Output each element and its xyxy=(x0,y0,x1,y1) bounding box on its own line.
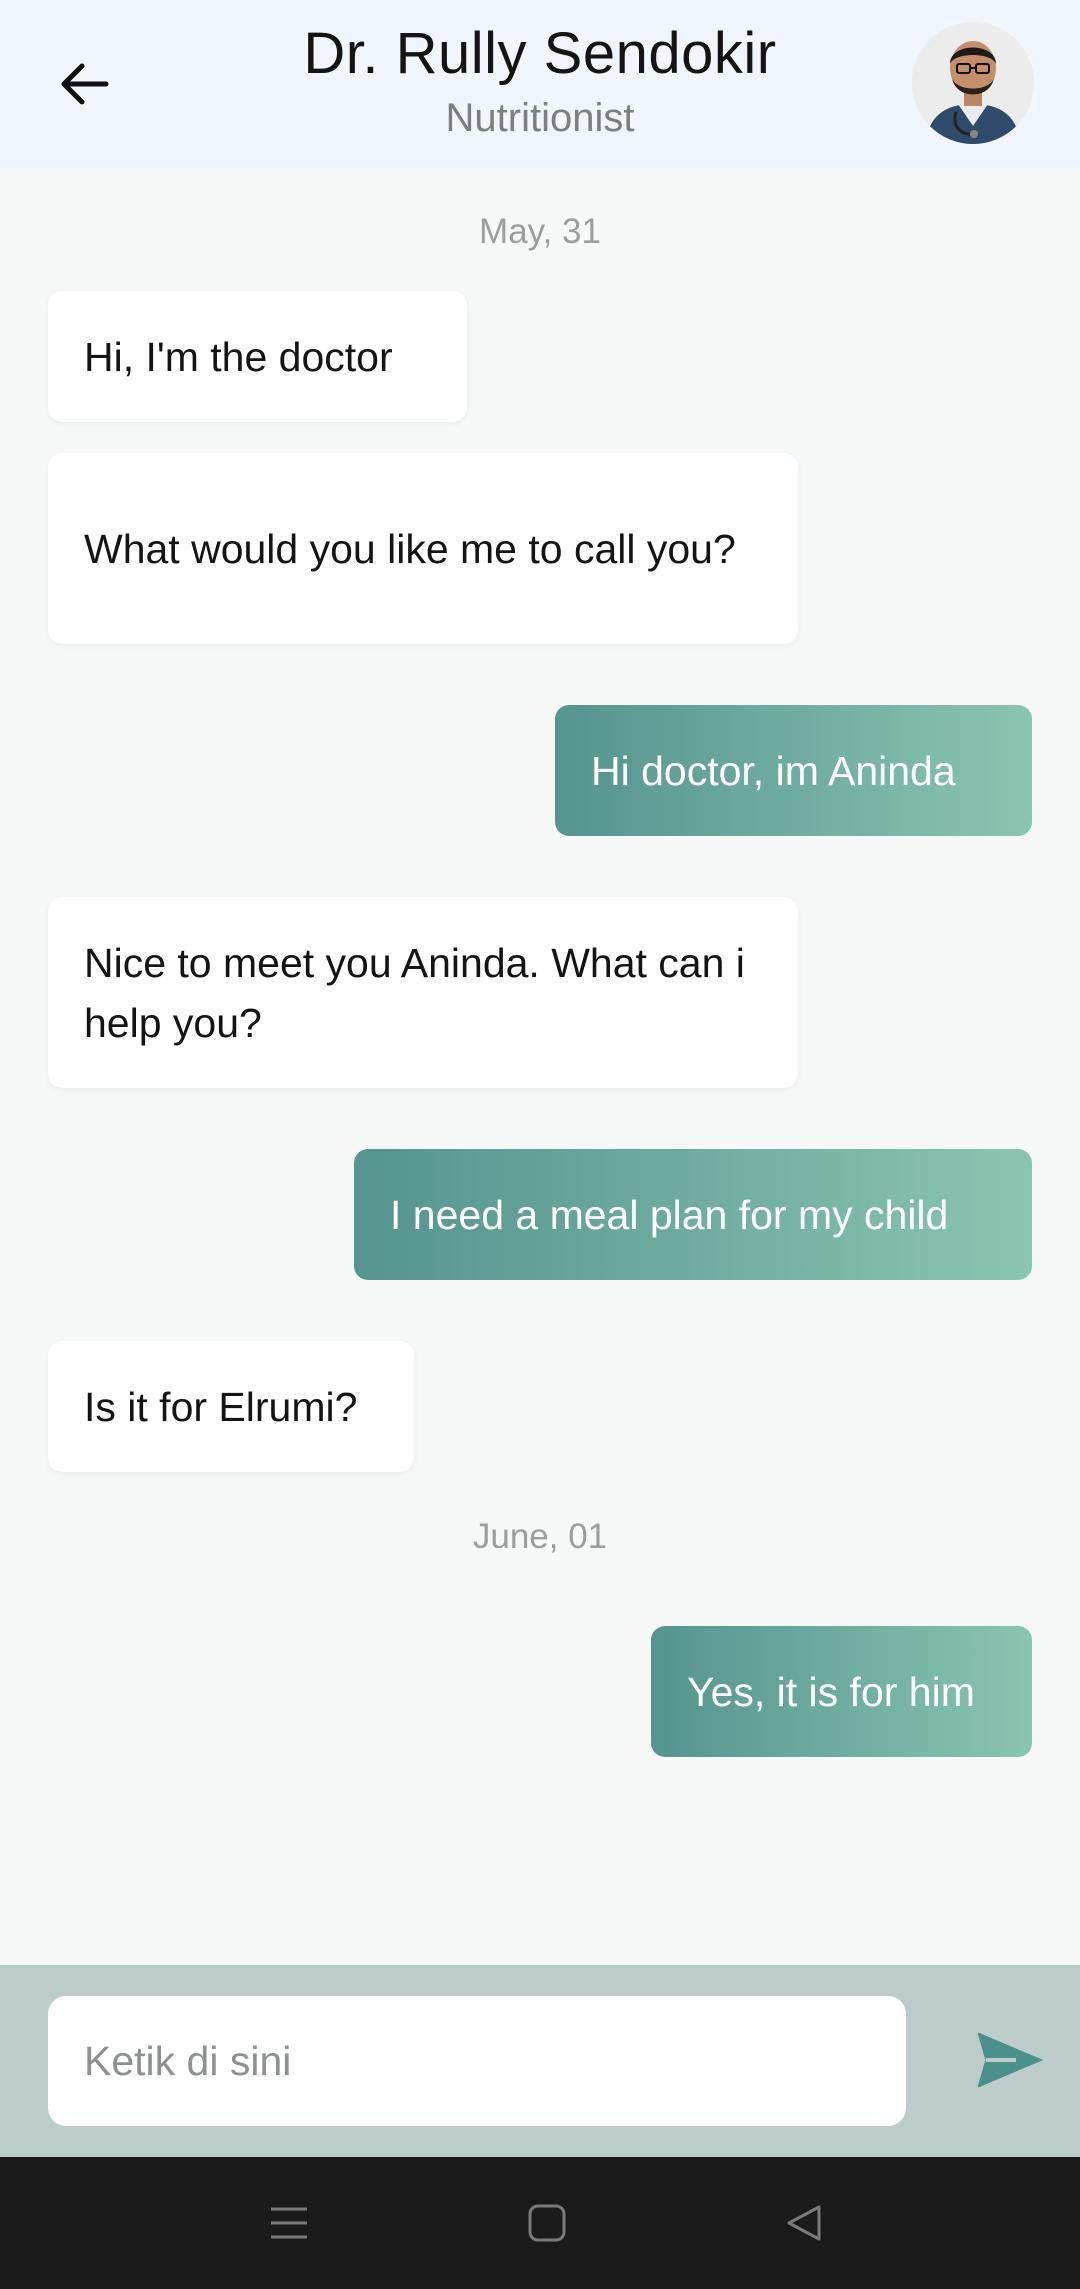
outgoing-message: I need a meal plan for my child xyxy=(354,1149,1032,1280)
doctor-avatar-image xyxy=(912,22,1034,144)
message-text: Hi, I'm the doctor xyxy=(84,333,393,380)
menu-icon xyxy=(271,2207,307,2239)
message-text: I need a meal plan for my child xyxy=(390,1191,949,1238)
message-input[interactable] xyxy=(48,1996,906,2126)
recent-apps-button[interactable] xyxy=(249,2183,329,2263)
message-text: Nice to meet you Aninda. What can i help… xyxy=(84,939,745,1046)
message-text: Hi doctor, im Aninda xyxy=(591,747,956,794)
incoming-message: Hi, I'm the doctor xyxy=(48,291,467,422)
doctor-avatar[interactable] xyxy=(912,22,1034,144)
chat-screen: Dr. Rully Sendokir Nutritionist May, 31 … xyxy=(0,0,1080,2289)
home-icon xyxy=(528,2204,566,2242)
home-button[interactable] xyxy=(507,2183,587,2263)
send-icon xyxy=(977,2032,1043,2088)
outgoing-message: Yes, it is for him xyxy=(651,1626,1032,1757)
message-text: What would you like me to call you? xyxy=(84,525,736,572)
date-separator: June, 01 xyxy=(472,1517,608,1556)
chat-header: Dr. Rully Sendokir Nutritionist xyxy=(0,0,1080,167)
incoming-message: Is it for Elrumi? xyxy=(48,1341,414,1472)
send-button[interactable] xyxy=(955,2005,1065,2115)
date-separator: May, 31 xyxy=(479,212,601,251)
message-text: Yes, it is for him xyxy=(687,1668,975,1715)
message-text: Is it for Elrumi? xyxy=(84,1383,358,1430)
incoming-message: What would you like me to call you? xyxy=(48,453,798,644)
system-back-button[interactable] xyxy=(765,2183,845,2263)
incoming-message: Nice to meet you Aninda. What can i help… xyxy=(48,897,798,1088)
outgoing-message: Hi doctor, im Aninda xyxy=(555,705,1032,836)
back-triangle-icon xyxy=(787,2205,821,2241)
message-composer xyxy=(0,1965,1080,2157)
system-navigation-bar xyxy=(0,2157,1080,2289)
